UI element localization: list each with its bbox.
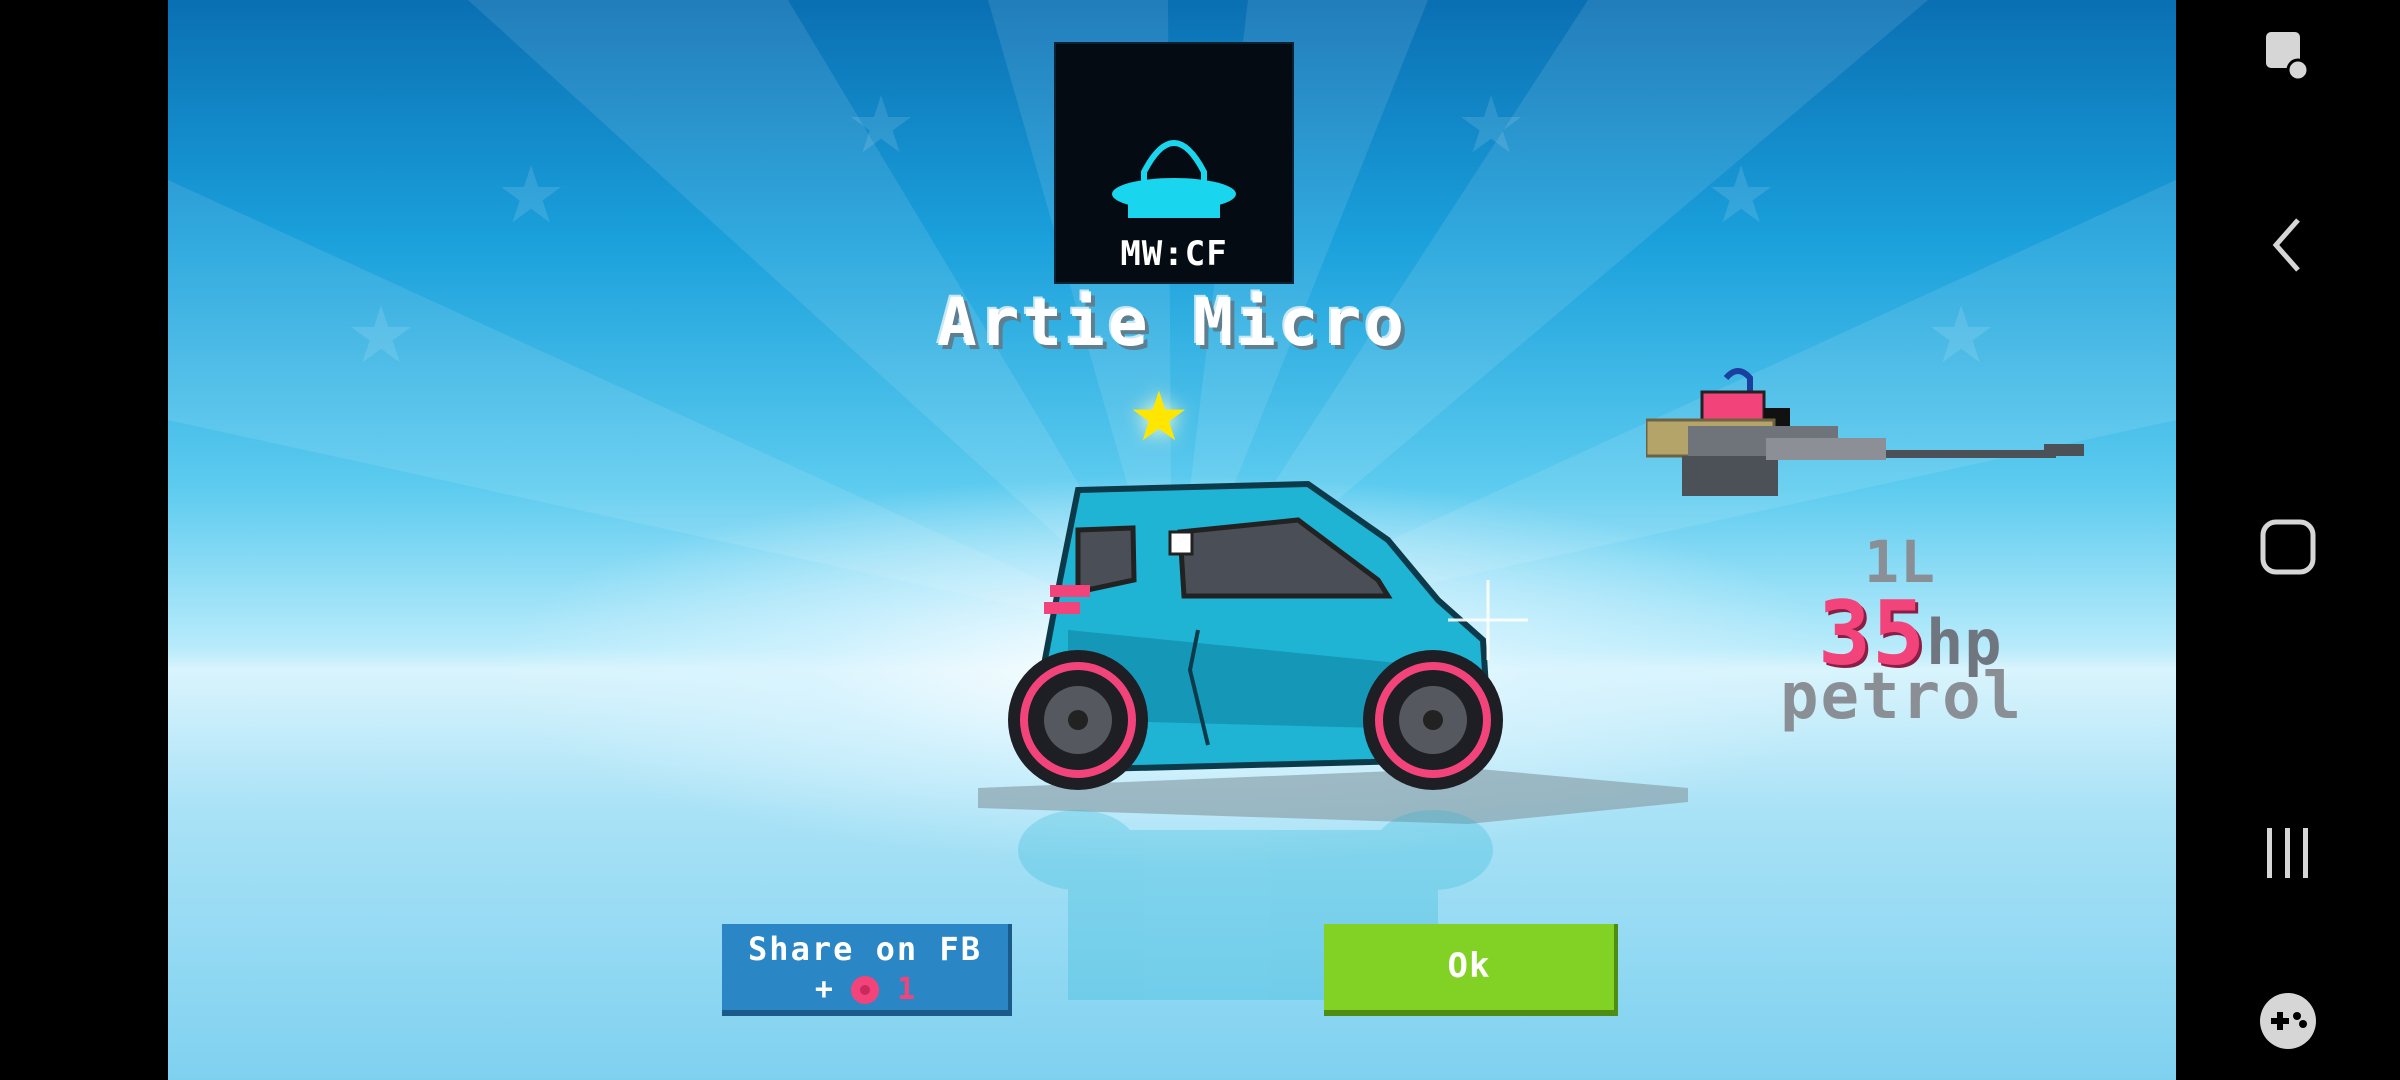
star-icon: ★ [1130,352,1188,464]
screen-touch-icon[interactable] [2176,24,2400,98]
bg-star-icon: ★ [1458,51,1525,179]
back-icon[interactable] [2176,210,2400,284]
bg-star-icon: ★ [348,261,415,389]
front-wheel [1363,650,1503,790]
share-button-label: Share on FB [748,930,982,968]
bg-star-icon: ★ [1708,121,1775,249]
share-reward-prefix: + [814,972,833,1007]
ufo-icon [1112,140,1236,218]
home-icon[interactable] [2176,512,2400,586]
bg-star-icon: ★ [1928,261,1995,389]
game-screen: ★ ★ ★ ★ ★ ★ MW:CF Artie Micro ★ 1L 35hp … [168,0,2176,1080]
game-controller-icon[interactable] [2176,986,2400,1060]
badge-label: MW:CF [1120,234,1228,274]
bg-star-icon: ★ [498,121,565,249]
engine-icon [1646,368,2084,496]
donut-icon [851,976,879,1004]
recents-icon[interactable] [2176,818,2400,892]
car-name: Artie Micro [936,284,1408,361]
ok-button[interactable]: Ok [1324,924,1618,1016]
rear-wheel [1008,650,1148,790]
navigation-bar [2176,0,2400,1080]
share-on-fb-button[interactable]: Share on FB + 1 [722,924,1012,1016]
manufacturer-badge: MW:CF [1054,42,1294,284]
bg-star-icon: ★ [848,51,915,179]
share-reward-amount: 1 [897,972,916,1007]
fuel-type: petrol [1780,660,2024,734]
share-reward: + 1 [722,972,1008,1007]
